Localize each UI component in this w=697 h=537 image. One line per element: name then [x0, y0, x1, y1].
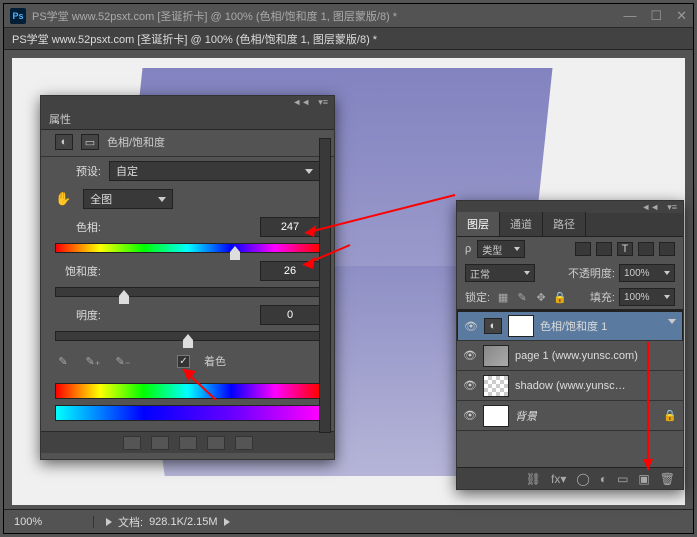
lightness-input[interactable]: 0	[260, 305, 320, 325]
adjustment-name: 色相/饱和度	[107, 134, 165, 150]
document-tab[interactable]: PS学堂 www.52psxt.com [圣诞折卡] @ 100% (色相/饱和…	[4, 28, 693, 50]
adjustment-icon: ◐	[55, 134, 73, 150]
hue-input[interactable]: 247	[260, 217, 320, 237]
clip-to-layer-button[interactable]	[123, 436, 141, 450]
filter-type-icon[interactable]: T	[617, 242, 633, 256]
filter-shape-icon[interactable]	[638, 242, 654, 256]
layer-mask-thumb[interactable]	[508, 315, 534, 337]
hue-slider[interactable]	[55, 243, 320, 253]
spectrum-bar-bottom	[55, 405, 320, 421]
lightness-label: 明度:	[55, 307, 101, 323]
panel-menu-icon[interactable]: ▾≡	[667, 202, 677, 213]
add-mask-icon[interactable]: ◯	[576, 472, 589, 486]
lightness-slider[interactable]	[55, 331, 320, 341]
layer-name[interactable]: shadow (www.yunsc…	[515, 380, 626, 392]
titlebar: Ps PS学堂 www.52psxt.com [圣诞折卡] @ 100% (色相…	[4, 4, 693, 28]
tab-layers[interactable]: 图层	[457, 212, 500, 236]
maximize-button[interactable]: ☐	[650, 8, 662, 24]
layer-row[interactable]: 👁 page 1 (www.yunsc.com)	[457, 341, 683, 371]
scrubby-hand-icon[interactable]: ✋	[55, 191, 71, 207]
status-bar: 100% 文档: 928.1K/2.15M	[4, 509, 693, 533]
saturation-slider[interactable]	[55, 287, 320, 297]
filter-adjust-icon[interactable]	[596, 242, 612, 256]
colorize-label: 着色	[204, 353, 226, 369]
layer-name[interactable]: page 1 (www.yunsc.com)	[515, 350, 638, 362]
layer-name[interactable]: 背景	[515, 408, 537, 424]
saturation-label: 饱和度:	[55, 263, 101, 279]
mask-icon[interactable]: ▭	[81, 134, 99, 150]
tab-paths[interactable]: 路径	[543, 212, 586, 236]
saturation-input[interactable]: 26	[260, 261, 320, 281]
lock-transparent-icon[interactable]: ▦	[496, 290, 510, 304]
panel-title: 属性	[49, 111, 71, 127]
layer-thumb	[483, 345, 509, 367]
opacity-input[interactable]: 100%	[619, 264, 675, 282]
colorize-checkbox[interactable]: ✓	[177, 355, 190, 368]
hue-label: 色相:	[55, 219, 101, 235]
minimize-button[interactable]: —	[623, 8, 636, 24]
layer-fx-icon[interactable]: fx▾	[551, 472, 566, 486]
layer-thumb	[483, 405, 509, 427]
filter-kind-select[interactable]: 类型	[477, 240, 525, 258]
lock-all-icon[interactable]: 🔒	[553, 290, 567, 304]
properties-panel: ◄◄ ▾≡ 属性 ◐ ▭ 色相/饱和度 预设: 自定 ✋ 全图 色相: 247 饱…	[40, 95, 335, 460]
preset-label: 预设:	[55, 163, 101, 179]
delete-adjustment-button[interactable]	[235, 436, 253, 450]
tab-channels[interactable]: 通道	[500, 212, 543, 236]
group-icon[interactable]: ▭	[617, 472, 628, 486]
adjustment-thumb-icon: ◐	[484, 318, 502, 334]
eyedropper-icon[interactable]: ✎	[55, 353, 71, 369]
spectrum-bar-top	[55, 383, 320, 399]
layer-list: 👁 ◐ 色相/饱和度 1 👁 page 1 (www.yunsc.com) 👁 …	[457, 310, 683, 431]
panel-scrollbar[interactable]	[319, 138, 331, 433]
collapse-icon[interactable]: ◄◄	[292, 97, 310, 107]
scope-select[interactable]: 全图	[83, 189, 173, 209]
lock-label: 锁定:	[465, 289, 490, 305]
layer-name[interactable]: 色相/饱和度 1	[540, 318, 607, 334]
opacity-label: 不透明度:	[568, 265, 615, 281]
doc-info: 928.1K/2.15M	[149, 516, 218, 528]
close-button[interactable]: ✕	[676, 8, 687, 24]
tab-title: PS学堂 www.52psxt.com [圣诞折卡] @ 100% (色相/饱和…	[12, 31, 377, 47]
visibility-toggle[interactable]: 👁	[463, 379, 477, 392]
toggle-visibility-button[interactable]	[207, 436, 225, 450]
filter-smart-icon[interactable]	[659, 242, 675, 256]
arrow-right-icon	[106, 518, 112, 526]
link-layers-icon[interactable]: ⛓	[526, 472, 541, 486]
filter-pixel-icon[interactable]	[575, 242, 591, 256]
preset-select[interactable]: 自定	[109, 161, 320, 181]
layer-row[interactable]: 👁 背景 🔒	[457, 401, 683, 431]
lock-icon: 🔒	[663, 409, 677, 422]
view-previous-button[interactable]	[151, 436, 169, 450]
visibility-toggle[interactable]: 👁	[464, 320, 478, 333]
layer-row[interactable]: 👁 ◐ 色相/饱和度 1	[457, 311, 683, 341]
app-icon: Ps	[10, 8, 26, 24]
properties-footer	[41, 431, 334, 453]
adjustment-layer-icon[interactable]: ◐	[600, 472, 607, 486]
eyedropper-sub-icon[interactable]: ✎₋	[115, 353, 131, 369]
doc-label: 文档:	[118, 514, 143, 530]
layer-thumb	[483, 375, 509, 397]
new-layer-icon[interactable]: ▣	[638, 472, 649, 486]
layer-row[interactable]: 👁 shadow (www.yunsc…	[457, 371, 683, 401]
layers-panel: ◄◄ ▾≡ 图层 通道 路径 ρ 类型 T 正常 不透明度: 100% 锁定: …	[456, 200, 684, 490]
lock-position-icon[interactable]: ✥	[534, 290, 548, 304]
fill-input[interactable]: 100%	[619, 288, 675, 306]
eyedropper-add-icon[interactable]: ✎₊	[85, 353, 101, 369]
arrow-right-icon[interactable]	[224, 518, 230, 526]
blend-mode-select[interactable]: 正常	[465, 264, 535, 282]
window-title: PS学堂 www.52psxt.com [圣诞折卡] @ 100% (色相/饱和…	[32, 8, 397, 24]
panel-menu-icon[interactable]: ▾≡	[318, 97, 328, 108]
zoom-level[interactable]: 100%	[4, 516, 94, 528]
reset-button[interactable]	[179, 436, 197, 450]
lock-paint-icon[interactable]: ✎	[515, 290, 529, 304]
collapse-icon[interactable]: ◄◄	[641, 202, 659, 212]
delete-layer-icon[interactable]: 🗑	[660, 472, 675, 486]
visibility-toggle[interactable]: 👁	[463, 409, 477, 422]
fill-label: 填充:	[590, 289, 615, 305]
visibility-toggle[interactable]: 👁	[463, 349, 477, 362]
